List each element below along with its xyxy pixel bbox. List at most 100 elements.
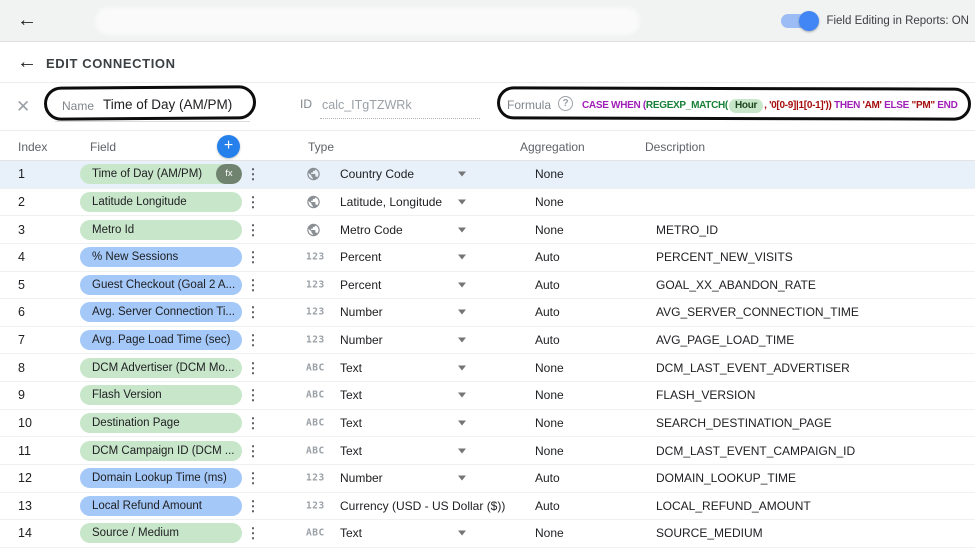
type-select[interactable]: Number xyxy=(340,471,383,485)
field-chip[interactable]: Local Refund Amount xyxy=(80,495,242,516)
chevron-down-icon[interactable] xyxy=(458,309,466,315)
back-icon[interactable]: ← xyxy=(17,52,37,72)
chevron-down-icon[interactable] xyxy=(458,171,466,177)
type-select[interactable]: Number xyxy=(340,305,383,319)
more-options-icon[interactable]: ⋮ xyxy=(246,332,260,349)
chevron-down-icon[interactable] xyxy=(458,337,466,343)
row-index: 3 xyxy=(18,222,25,237)
type-select[interactable]: Country Code xyxy=(340,167,414,181)
type-select[interactable]: Text xyxy=(340,444,362,458)
field-chip[interactable]: Flash Version xyxy=(80,385,242,406)
more-options-icon[interactable]: ⋮ xyxy=(246,387,260,404)
column-header-type: Type xyxy=(308,140,335,154)
chevron-down-icon[interactable] xyxy=(458,448,466,454)
field-chip[interactable]: DCM Campaign ID (DCM ... xyxy=(80,440,242,461)
type-select[interactable]: Text xyxy=(340,416,362,430)
table-row[interactable]: 8 DCM Advertiser (DCM Mo... ⋮ ABC Text N… xyxy=(0,354,975,382)
more-options-icon[interactable]: ⋮ xyxy=(246,221,260,238)
table-row[interactable]: 1 Time of Day (AM/PM) fx ⋮ Country Code … xyxy=(0,161,975,189)
type-select[interactable]: Currency (USD - US Dollar ($)) xyxy=(340,499,505,513)
type-select[interactable]: Text xyxy=(340,526,362,540)
field-chip[interactable]: Avg. Server Connection Ti... xyxy=(80,302,242,323)
row-index: 8 xyxy=(18,360,25,375)
field-chip[interactable]: Domain Lookup Time (ms) xyxy=(80,468,242,489)
table-row[interactable]: 12 Domain Lookup Time (ms) ⋮ 123 Number … xyxy=(0,464,975,493)
aggregation-value: Auto xyxy=(535,333,560,348)
column-header-description: Description xyxy=(645,140,706,154)
name-input[interactable]: Time of Day (AM/PM) xyxy=(103,97,232,112)
chevron-down-icon[interactable] xyxy=(458,227,466,233)
chevron-down-icon[interactable] xyxy=(458,475,466,481)
table-row[interactable]: 11 DCM Campaign ID (DCM ... ⋮ ABC Text N… xyxy=(0,437,975,465)
chevron-down-icon[interactable] xyxy=(458,420,466,426)
field-name: Guest Checkout (Goal 2 A... xyxy=(92,278,236,291)
close-icon[interactable]: ✕ xyxy=(16,97,30,117)
table-row[interactable]: 7 Avg. Page Load Time (sec) ⋮ 123 Number… xyxy=(0,326,975,355)
description-value: SOURCE_MEDIUM xyxy=(656,526,763,541)
field-editing-toggle[interactable] xyxy=(781,11,820,31)
table-row[interactable]: 9 Flash Version ⋮ ABC Text None FLASH_VE… xyxy=(0,382,975,410)
table-row[interactable]: 3 Metro Id ⋮ Metro Code None METRO_ID xyxy=(0,216,975,244)
field-chip[interactable]: Guest Checkout (Goal 2 A... xyxy=(80,274,242,295)
more-options-icon[interactable]: ⋮ xyxy=(246,276,260,293)
formula-segment: '0[0-9]|1[0-1]' xyxy=(769,100,826,111)
field-chip[interactable]: DCM Advertiser (DCM Mo... xyxy=(80,357,242,378)
aggregation-value: Auto xyxy=(535,471,560,486)
more-options-icon[interactable]: ⋮ xyxy=(246,249,260,266)
chevron-down-icon[interactable] xyxy=(458,254,466,260)
field-name: DCM Campaign ID (DCM ... xyxy=(92,444,235,457)
type-select[interactable]: Percent xyxy=(340,278,381,292)
field-name: % New Sessions xyxy=(92,251,179,264)
field-editing-toggle-label: Field Editing in Reports: ON xyxy=(826,15,969,27)
edit-connection-bar: ← EDIT CONNECTION xyxy=(0,43,975,83)
field-chip[interactable]: Metro Id xyxy=(80,219,242,240)
table-row[interactable]: 2 Latitude Longitude ⋮ Latitude, Longitu… xyxy=(0,188,975,217)
type-select[interactable]: Metro Code xyxy=(340,223,403,237)
more-options-icon[interactable]: ⋮ xyxy=(246,304,260,321)
chevron-down-icon[interactable] xyxy=(458,199,466,205)
type-select[interactable]: Number xyxy=(340,333,383,347)
type-select[interactable]: Latitude, Longitude xyxy=(340,195,442,209)
table-row[interactable]: 13 Local Refund Amount ⋮ 123 Currency (U… xyxy=(0,492,975,521)
field-chip[interactable]: Latitude Longitude xyxy=(80,191,242,212)
numeric-type-icon: 123 xyxy=(306,279,325,291)
formula-segment: 'AM' xyxy=(862,100,882,111)
field-chip[interactable]: % New Sessions xyxy=(80,247,242,268)
chevron-down-icon[interactable] xyxy=(458,392,466,398)
more-options-icon[interactable]: ⋮ xyxy=(246,193,260,210)
more-options-icon[interactable]: ⋮ xyxy=(246,359,260,376)
row-index: 2 xyxy=(18,194,25,209)
chevron-down-icon[interactable] xyxy=(458,282,466,288)
field-chip[interactable]: Source / Medium xyxy=(80,523,242,544)
field-name: Metro Id xyxy=(92,223,135,236)
table-row[interactable]: 4 % New Sessions ⋮ 123 Percent Auto PERC… xyxy=(0,243,975,272)
more-options-icon[interactable]: ⋮ xyxy=(246,470,260,487)
more-options-icon[interactable]: ⋮ xyxy=(246,497,260,514)
chevron-down-icon[interactable] xyxy=(458,365,466,371)
back-icon[interactable]: ← xyxy=(17,10,37,30)
table-row[interactable]: 6 Avg. Server Connection Ti... ⋮ 123 Num… xyxy=(0,299,975,327)
type-select[interactable]: Percent xyxy=(340,250,381,264)
description-value: SEARCH_DESTINATION_PAGE xyxy=(656,415,832,430)
description-value: LOCAL_REFUND_AMOUNT xyxy=(656,498,811,513)
field-chip[interactable]: Avg. Page Load Time (sec) xyxy=(80,330,242,351)
more-options-icon[interactable]: ⋮ xyxy=(246,442,260,459)
help-icon[interactable]: ? xyxy=(558,96,573,111)
table-row[interactable]: 5 Guest Checkout (Goal 2 A... ⋮ 123 Perc… xyxy=(0,271,975,300)
chevron-down-icon[interactable] xyxy=(458,530,466,536)
description-value: AVG_PAGE_LOAD_TIME xyxy=(656,333,795,348)
type-select[interactable]: Text xyxy=(340,361,362,375)
table-row[interactable]: 10 Destination Page ⋮ ABC Text None SEAR… xyxy=(0,409,975,438)
description-value: DCM_LAST_EVENT_CAMPAIGN_ID xyxy=(656,443,856,458)
row-index: 7 xyxy=(18,333,25,348)
add-field-button[interactable]: + xyxy=(217,135,240,158)
more-options-icon[interactable]: ⋮ xyxy=(246,414,260,431)
type-select[interactable]: Text xyxy=(340,388,362,402)
numeric-type-icon: 123 xyxy=(306,306,325,318)
formula-input[interactable]: CASE WHEN (REGEXP_MATCH(Hour, '0[0-9]|1[… xyxy=(582,98,968,116)
more-options-icon[interactable]: ⋮ xyxy=(246,166,260,183)
table-row[interactable]: 14 Source / Medium ⋮ ABC Text None SOURC… xyxy=(0,520,975,548)
more-options-icon[interactable]: ⋮ xyxy=(246,525,260,542)
field-chip[interactable]: Time of Day (AM/PM) fx xyxy=(80,164,242,185)
field-chip[interactable]: Destination Page xyxy=(80,412,242,433)
